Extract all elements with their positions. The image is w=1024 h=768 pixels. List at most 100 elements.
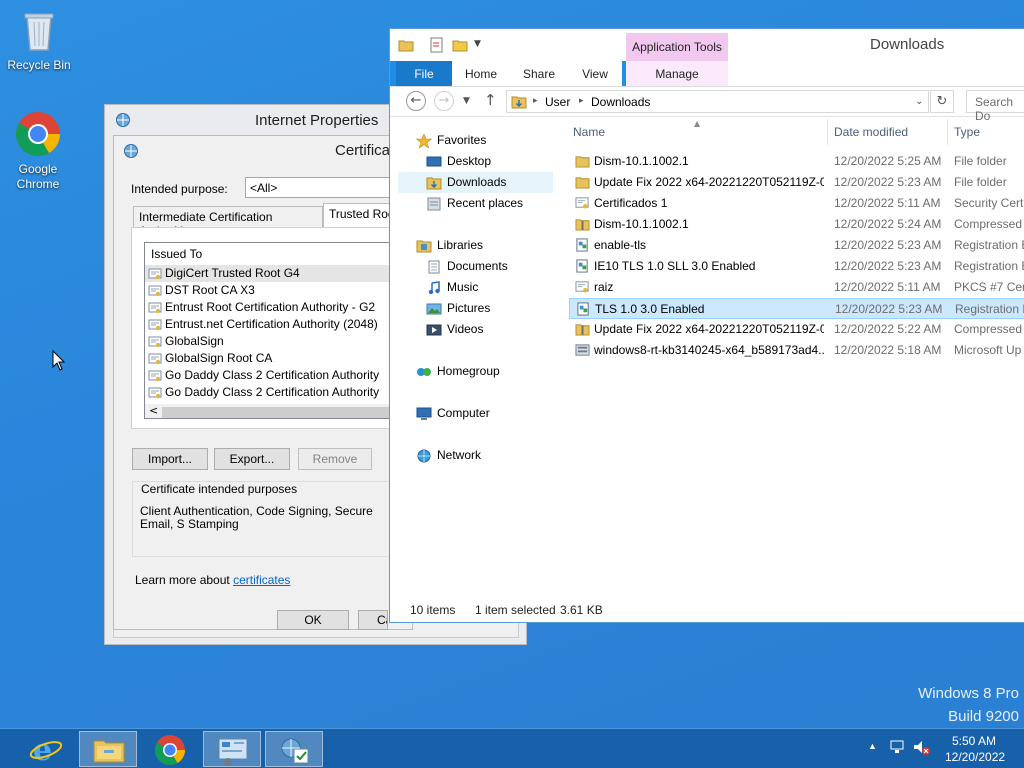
status-bar: 10 items 1 item selected 3.61 KB [390, 597, 1024, 623]
file-date-modified: 12/20/2022 5:24 AM [834, 217, 942, 231]
folder-icon [575, 156, 590, 168]
file-row[interactable]: Dism-10.1.1002.1 12/20/2022 5:25 AM File f… [569, 151, 1024, 172]
column-date-modified[interactable]: Date modified [834, 125, 908, 139]
nav-desktop[interactable]: Desktop [426, 151, 491, 172]
file-row[interactable]: TLS 1.0 3.0 Enabled 12/20/2022 5:23 AM Reg… [569, 298, 1024, 319]
nav-network[interactable]: Network [416, 445, 481, 466]
search-input[interactable]: Search Do [966, 90, 1024, 123]
documents-icon [426, 260, 442, 274]
explorer-window: ▼ Application Tools Downloads File Home … [389, 28, 1024, 623]
nav-documents[interactable]: Documents [426, 256, 508, 277]
volume-muted-tray-icon[interactable] [912, 739, 932, 760]
address-dropdown-icon[interactable]: ⌄ [915, 96, 923, 107]
tab-manage[interactable]: Manage [626, 61, 728, 87]
import-button[interactable]: Import... [132, 448, 208, 470]
breadcrumb-user[interactable]: User [545, 95, 570, 109]
certificate-list-item[interactable]: DST Root CA X3 [145, 282, 414, 299]
taskbar-control-panel[interactable] [203, 731, 261, 767]
file-date-modified: 12/20/2022 5:22 AM [834, 322, 942, 336]
folder-icon [575, 177, 590, 189]
qat-properties-icon[interactable] [430, 37, 444, 56]
nav-homegroup[interactable]: Homegroup [416, 361, 500, 382]
tab-home[interactable]: Home [452, 61, 510, 87]
registry-icon [577, 302, 589, 316]
nav-computer-label: Computer [437, 406, 490, 420]
forward-button[interactable]: → [434, 91, 454, 111]
taskbar-chrome[interactable] [141, 731, 199, 767]
status-selection: 1 item selected [475, 603, 556, 617]
certificate-list[interactable]: Issued To DigiCert Trusted Root G4 DST Ro… [144, 242, 415, 419]
tab-share[interactable]: Share [510, 61, 568, 87]
certificate-icon [148, 319, 162, 330]
tab-intermediate-ca[interactable]: Intermediate Certification Authorities [133, 206, 323, 238]
tab-file[interactable]: File [396, 61, 452, 87]
certificate-list-item[interactable]: Go Daddy Class 2 Certification Authority [145, 384, 414, 401]
nav-downloads[interactable]: Downloads [398, 172, 553, 193]
nav-recent-places[interactable]: Recent places [426, 193, 523, 214]
nav-videos[interactable]: Videos [426, 319, 483, 340]
file-row[interactable]: Update Fix 2022 x64-20221220T052119Z-0..… [569, 319, 1024, 340]
address-bar[interactable]: ▸ User ▸ Downloads ⌄ [506, 90, 929, 113]
certificate-list-item[interactable]: Entrust Root Certification Authority - G… [145, 299, 414, 316]
file-name: TLS 1.0 3.0 Enabled [595, 302, 705, 316]
nav-music[interactable]: Music [426, 277, 478, 298]
nav-favorites[interactable]: Favorites [415, 130, 486, 151]
nav-computer[interactable]: Computer [416, 403, 490, 424]
breadcrumb-downloads[interactable]: Downloads [591, 95, 650, 109]
zip-folder-icon [575, 324, 590, 336]
nav-downloads-label: Downloads [447, 175, 507, 189]
file-row[interactable]: Update Fix 2022 x64-20221220T052119Z-0..… [569, 172, 1024, 193]
mouse-cursor-icon [52, 349, 66, 375]
qat-dropdown-icon[interactable]: ▼ [474, 39, 481, 49]
explorer-titlebar: ▼ Application Tools Downloads [390, 29, 1024, 61]
star-icon [415, 132, 433, 149]
file-row[interactable]: Dism-10.1.1002.1 12/20/2022 5:24 AM Compre… [569, 214, 1024, 235]
column-name[interactable]: Name [573, 125, 605, 139]
column-type[interactable]: Type [954, 125, 980, 139]
remove-button[interactable]: Remove [298, 448, 372, 470]
taskbar-certificate-manager[interactable] [265, 731, 323, 767]
taskbar-internet-explorer[interactable]: e [17, 731, 75, 768]
taskbar-file-explorer[interactable] [79, 731, 137, 767]
desktop-icon-google-chrome[interactable]: Google Chrome [0, 110, 76, 192]
export-button[interactable]: Export... [214, 448, 290, 470]
clock-time[interactable]: 5:50 AM [952, 734, 996, 748]
scroll-left-arrow-icon[interactable]: < [149, 404, 158, 417]
ok-button[interactable]: OK [277, 610, 349, 630]
certificates-link[interactable]: certificates [233, 573, 290, 587]
nav-pictures[interactable]: Pictures [426, 298, 490, 319]
file-name: raiz [594, 280, 614, 294]
clock-date[interactable]: 12/20/2022 [945, 750, 1005, 764]
recent-locations-dropdown-icon[interactable]: ▼ [463, 96, 470, 106]
file-row[interactable]: windows8-rt-kb3140245-x64_b589173ad4... 1… [569, 340, 1024, 361]
file-row[interactable]: Certificados 1 12/20/2022 5:11 AM Security… [569, 193, 1024, 214]
internet-options-icon [115, 112, 131, 131]
file-row[interactable]: IE10 TLS 1.0 SLL 3.0 Enabled 12/20/2022 5… [569, 256, 1024, 277]
certificate-list-item[interactable]: GlobalSign Root CA [145, 350, 414, 367]
nav-libraries[interactable]: Libraries [416, 235, 483, 256]
qat-new-folder-icon[interactable] [452, 37, 468, 56]
horizontal-scrollbar[interactable]: < [145, 404, 414, 418]
desktop-icon-recycle-bin[interactable]: Recycle Bin [1, 6, 77, 73]
refresh-button[interactable]: ↻ [930, 90, 954, 113]
cancel-button[interactable]: Ca [358, 610, 388, 630]
address-row: ← → ▼ ↑ ▸ User ▸ Downloads ⌄ ↻ Search Do [390, 87, 1024, 123]
file-row[interactable]: raiz 12/20/2022 5:11 AM PKCS #7 Cert [569, 277, 1024, 298]
control-panel-icon [218, 738, 248, 766]
tab-view[interactable]: View [568, 61, 622, 87]
file-row[interactable]: enable-tls 12/20/2022 5:23 AM Registration… [569, 235, 1024, 256]
network-tray-icon[interactable] [889, 739, 907, 758]
certificate-list-item[interactable]: GlobalSign [145, 333, 414, 350]
show-hidden-icons-button[interactable]: ▲ [868, 741, 877, 751]
certificate-list-item[interactable]: Entrust.net Certification Authority (204… [145, 316, 414, 333]
internet-explorer-icon: e [29, 733, 63, 768]
certificate-icon [575, 281, 589, 293]
certificate-list-item[interactable]: DigiCert Trusted Root G4 [145, 265, 414, 282]
back-button[interactable]: ← [406, 91, 426, 111]
file-name: Dism-10.1.1002.1 [594, 154, 689, 168]
file-name: Update Fix 2022 x64-20221220T052119Z-0..… [594, 175, 824, 189]
scrollbar-thumb[interactable] [162, 407, 414, 418]
list-header-issued-to[interactable]: Issued To [145, 243, 414, 265]
up-button[interactable]: ↑ [484, 91, 497, 109]
certificate-list-item[interactable]: Go Daddy Class 2 Certification Authority [145, 367, 414, 384]
